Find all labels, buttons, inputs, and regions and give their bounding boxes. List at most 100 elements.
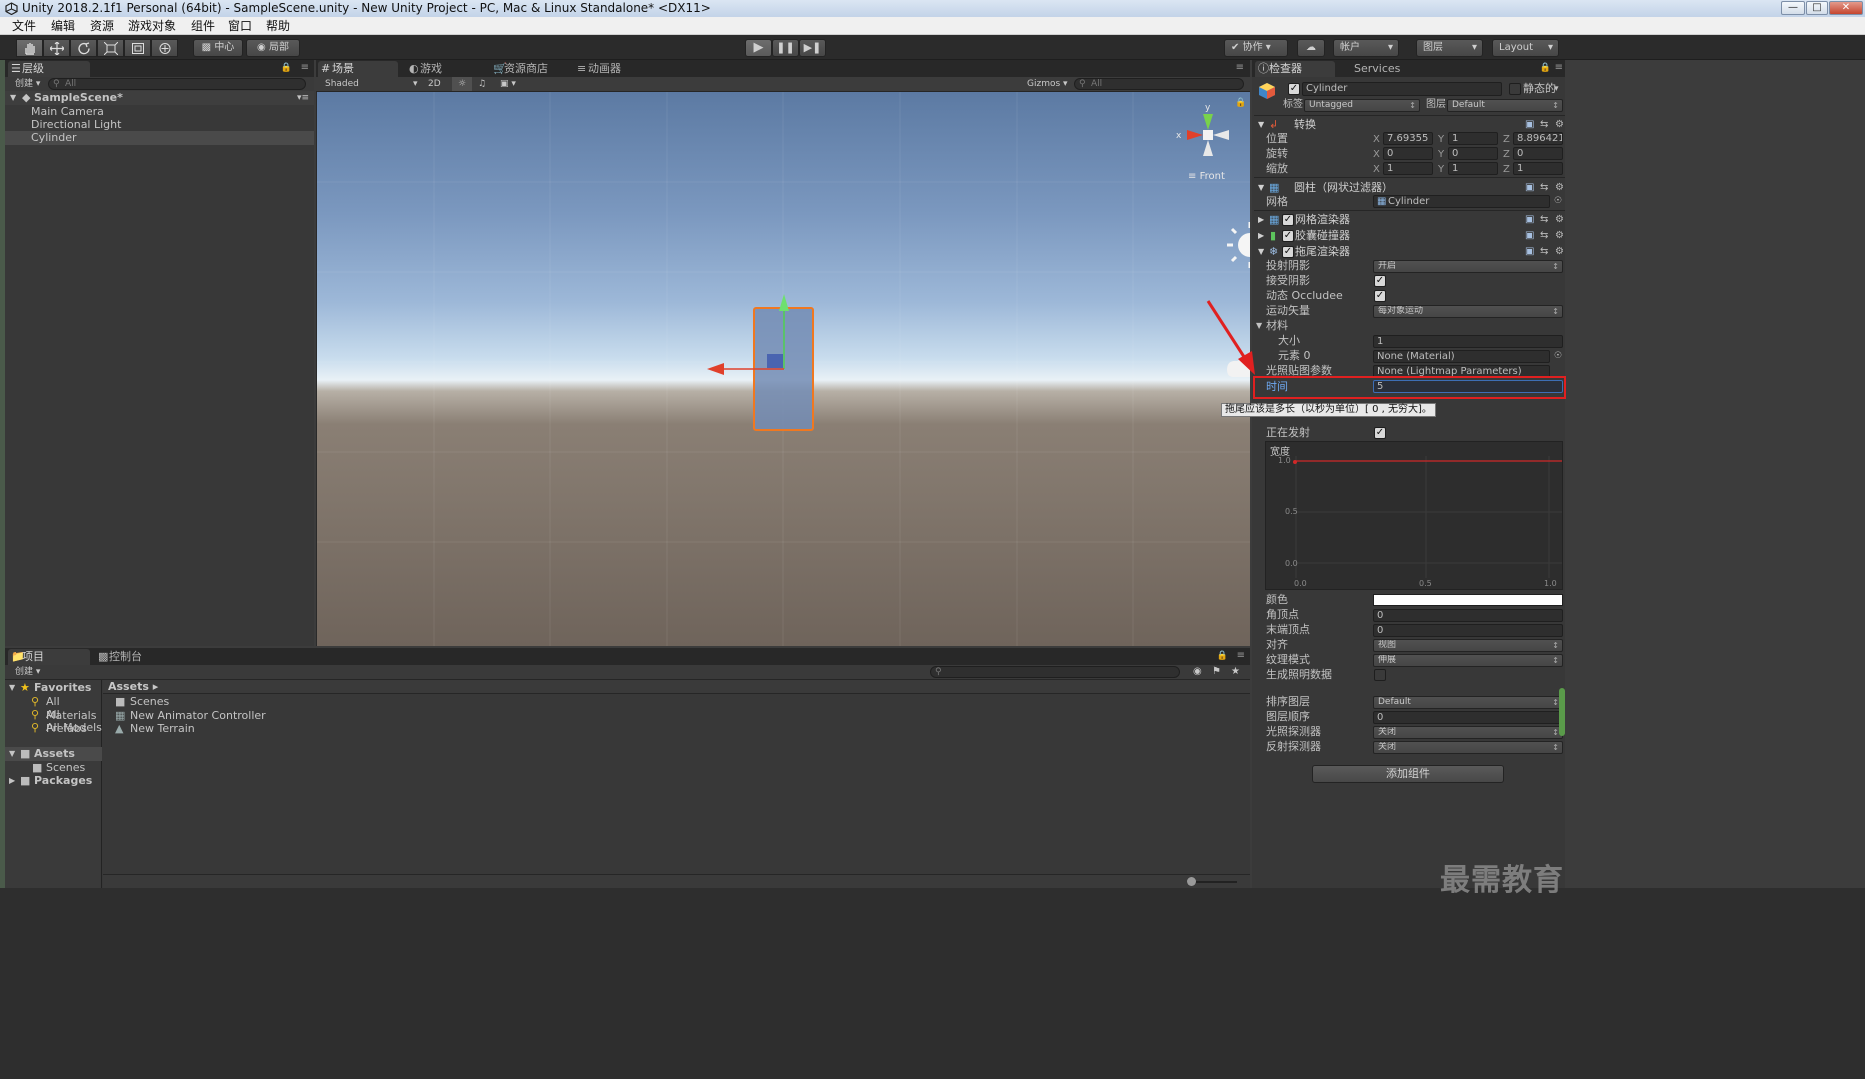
capsule-collider-enabled-checkbox[interactable]: ✓ [1282,230,1294,242]
preset-icon[interactable]: ⇆ [1540,228,1548,244]
object-name-field[interactable]: Cylinder [1302,82,1502,96]
project-search-input[interactable]: ⚲ [930,666,1180,678]
hierarchy-item[interactable]: Directional Light [5,118,314,132]
inspector-scrollbar-thumb[interactable] [1559,688,1565,736]
scene-search-input[interactable]: ⚲ All [1074,78,1244,90]
mesh-renderer-enabled-checkbox[interactable]: ✓ [1282,214,1294,226]
tab-inspector[interactable]: ⓘ 检查器 [1255,61,1335,77]
gear-icon[interactable]: ⚙ [1555,244,1564,260]
help-icon[interactable]: ▣ [1525,244,1534,260]
audio-toggle-icon[interactable]: ♫ [478,77,486,91]
lighting-toggle-icon[interactable]: ☼ [452,77,472,91]
scene-root-item[interactable]: ▼ ◆ SampleScene* ▾≡ [5,91,314,105]
position-z-field[interactable]: 8.896421 [1513,132,1563,145]
assets-folder-item[interactable]: ▼ ■ Assets [5,747,102,761]
favorite-item[interactable]: ⚲ All Prefabs [5,708,102,735]
maximize-button[interactable]: □ [1806,1,1828,15]
mode-2d-button[interactable]: 2D [428,77,441,91]
scale-y-field[interactable]: 1 [1448,162,1498,175]
local-toggle-button[interactable]: ◉ 局部 [246,39,300,57]
end-cap-vertices-field[interactable]: 0 [1373,624,1563,637]
mesh-renderer-header[interactable]: ▶ ▦ ✓ 网格渲染器 ▣ ⇆ ⚙ [1255,212,1567,228]
lock-icon[interactable]: 🔒 [281,63,292,73]
close-button[interactable]: ✕ [1829,1,1863,15]
tab-hierarchy[interactable]: ☰ 层级 [8,61,90,77]
preset-icon[interactable]: ⇆ [1540,180,1548,196]
motion-vectors-dropdown[interactable]: 每对象运动 [1373,305,1563,318]
move-tool-button[interactable] [43,39,70,57]
trail-renderer-header[interactable]: ▼ ❄ ✓ 拖尾渲染器 ▣ ⇆ ⚙ [1255,244,1567,260]
preset-icon[interactable]: ⇆ [1540,117,1548,133]
breadcrumb-assets[interactable]: Assets ▸ [108,680,158,694]
tab-scene[interactable]: # 场景 [318,61,398,77]
texture-mode-dropdown[interactable]: 伸展 [1373,654,1563,667]
layers-dropdown[interactable]: 图层 ▾ [1416,39,1483,57]
account-dropdown[interactable]: 帐户 ▾ [1333,39,1399,57]
move-gizmo[interactable] [317,92,1250,646]
panel-menu-icon[interactable]: ≡ [1237,650,1245,661]
transform-header[interactable]: ▼ ↲ 转换 ▣ ⇆ ⚙ [1255,117,1567,133]
scene-viewport[interactable]: y x 🔒 ≡ Front [317,92,1250,646]
filter-label-icon[interactable]: ⚑ [1212,665,1221,679]
effects-dropdown-icon[interactable]: ▣ ▾ [500,77,516,91]
gear-icon[interactable]: ⚙ [1555,228,1564,244]
tag-dropdown[interactable]: Untagged [1304,99,1420,112]
rotate-tool-button[interactable] [70,39,97,57]
transform-tool-button[interactable] [151,39,178,57]
favorite-star-icon[interactable]: ★ [1231,665,1240,679]
help-icon[interactable]: ▣ [1525,180,1534,196]
persp-label[interactable]: ≡ Front [1188,171,1225,182]
favorites-header[interactable]: ▼ ★ Favorites [5,681,102,695]
step-button[interactable]: ▶❚ [799,39,826,57]
rotation-z-field[interactable]: 0 [1513,147,1563,160]
trail-renderer-enabled-checkbox[interactable]: ✓ [1282,246,1294,258]
layer-dropdown[interactable]: Default [1447,99,1563,112]
scale-x-field[interactable]: 1 [1383,162,1433,175]
hierarchy-item-selected[interactable]: Cylinder [5,131,314,145]
gear-icon[interactable]: ⚙ [1555,212,1564,228]
rotation-y-field[interactable]: 0 [1448,147,1498,160]
mesh-filter-header[interactable]: ▼ ▦ 圆柱（网状过滤器） ▣ ⇆ ⚙ [1255,180,1567,196]
menu-component[interactable]: 组件 [191,17,215,35]
help-icon[interactable]: ▣ [1525,117,1534,133]
panel-menu-icon[interactable]: ≡ [301,62,309,73]
hand-tool-button[interactable] [16,39,43,57]
preset-icon[interactable]: ⇆ [1540,244,1548,260]
dynamic-occludee-checkbox[interactable]: ✓ [1374,290,1386,302]
hierarchy-item[interactable]: Main Camera [5,105,314,119]
panel-menu-icon[interactable]: ≡ [1236,62,1244,73]
capsule-collider-header[interactable]: ▶ ▮ ✓ 胶囊碰撞器 ▣ ⇆ ⚙ [1255,228,1567,244]
time-field[interactable]: 5 [1373,380,1563,393]
filter-type-icon[interactable]: ◉ [1193,665,1202,679]
position-x-field[interactable]: 7.69355 [1383,132,1433,145]
file-item[interactable]: ■ Scenes [115,695,415,709]
menu-help[interactable]: 帮助 [266,17,290,35]
preset-icon[interactable]: ⇆ [1540,212,1548,228]
add-component-button[interactable]: 添加组件 [1312,765,1504,783]
mesh-field[interactable]: ▦ Cylinder [1373,195,1550,208]
light-probes-dropdown[interactable]: 关闭 [1373,726,1563,739]
help-icon[interactable]: ▣ [1525,228,1534,244]
lock-icon[interactable]: 🔒 [1217,651,1228,661]
menu-window[interactable]: 窗口 [228,17,252,35]
rotation-x-field[interactable]: 0 [1383,147,1433,160]
create-dropdown[interactable]: 创建 ▾ [15,665,40,679]
file-item[interactable]: ▲ New Terrain [115,722,415,736]
favorite-item[interactable]: ⚲ All Materials [5,695,102,722]
tab-services[interactable]: Services [1340,61,1420,77]
element0-field[interactable]: None (Material) [1373,350,1550,363]
menu-edit[interactable]: 编辑 [51,17,75,35]
position-y-field[interactable]: 1 [1448,132,1498,145]
scene-menu-icon[interactable]: ▾≡ [297,91,309,105]
pause-button[interactable]: ❚❚ [772,39,799,57]
cloud-button[interactable]: ☁ [1297,39,1325,57]
lock-icon[interactable]: 🔒 [1235,98,1246,108]
corner-vertices-field[interactable]: 0 [1373,609,1563,622]
width-curve-editor[interactable]: 宽度 1.0 0.5 0.0 0.0 0.5 1.0 [1265,441,1563,590]
hierarchy-search-input[interactable]: ⚲ All [48,78,306,90]
minimize-button[interactable]: — [1781,1,1805,15]
cast-shadows-dropdown[interactable]: 开启 [1373,260,1563,273]
directional-light-icon[interactable] [1220,220,1250,270]
create-dropdown[interactable]: 创建 ▾ [15,77,40,91]
gear-icon[interactable]: ⚙ [1555,117,1564,133]
